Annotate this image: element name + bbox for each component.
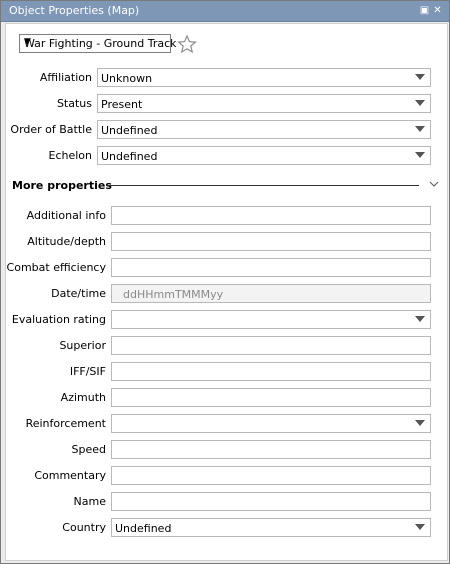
evaluation-rating-dropdown[interactable] [111,310,431,329]
iff-sif-field[interactable] [111,362,431,381]
echelon-dropdown[interactable]: Undefined [97,146,431,165]
affiliation-dropdown[interactable]: Unknown [97,68,431,87]
name-field[interactable] [111,492,431,511]
additional-info-label: Additional info [26,209,106,222]
iff-sif-label: IFF/SIF [69,365,106,378]
commentary-label: Commentary [34,469,106,482]
collapse-chevron-icon[interactable] [429,179,439,189]
favorite-star-icon[interactable] [177,34,197,54]
title-bar[interactable]: Object Properties (Map) ▣ ✕ [1,1,449,22]
date-time-label: Date/time [51,287,106,300]
window-title: Object Properties (Map) [9,4,140,17]
status-value: Present [101,98,143,111]
altitude-depth-label: Altitude/depth [27,235,106,248]
properties-panel: War Fighting - Ground Track ▼ Affiliatio… [5,23,448,561]
speed-label: Speed [71,443,106,456]
date-time-field[interactable]: ddHHmmTMMMyy [111,284,431,303]
affiliation-label: Affiliation [39,71,92,84]
chevron-down-icon [415,100,425,106]
section-divider [107,185,419,186]
name-label: Name [73,495,106,508]
order-of-battle-value: Undefined [101,124,158,137]
altitude-depth-field[interactable] [111,232,431,251]
speed-field[interactable] [111,440,431,459]
more-properties-header: More properties [12,179,112,192]
evaluation-rating-label: Evaluation rating [11,313,106,326]
status-dropdown[interactable]: Present [97,94,431,113]
chevron-down-icon [415,126,425,132]
close-icon[interactable]: ✕ [432,5,443,16]
maximize-icon[interactable]: ▣ [419,5,430,16]
echelon-label: Echelon [48,149,93,162]
chevron-down-icon [415,316,425,322]
chevron-down-icon [415,420,425,426]
country-value: Undefined [115,522,172,535]
order-of-battle-dropdown[interactable]: Undefined [97,120,431,139]
date-time-placeholder: ddHHmmTMMMyy [123,288,224,301]
combat-efficiency-field[interactable] [111,258,431,277]
commentary-field[interactable] [111,466,431,485]
superior-label: Superior [59,339,106,352]
chevron-down-icon [415,524,425,530]
country-label: Country [62,521,106,534]
chevron-down-icon [415,74,425,80]
combat-efficiency-label: Combat efficiency [6,261,106,274]
echelon-value: Undefined [101,150,158,163]
reinforcement-dropdown[interactable] [111,414,431,433]
chevron-down-icon: ▼ [24,37,31,47]
affiliation-value: Unknown [101,72,153,85]
order-of-battle-label: Order of Battle [10,123,92,136]
superior-field[interactable] [111,336,431,355]
reinforcement-label: Reinforcement [25,417,106,430]
symbol-set-dropdown[interactable]: War Fighting - Ground Track ▼ [19,34,177,53]
status-label: Status [56,97,92,110]
azimuth-label: Azimuth [60,391,106,404]
azimuth-field[interactable] [111,388,431,407]
chevron-down-icon [415,152,425,158]
additional-info-field[interactable] [111,206,431,225]
country-dropdown[interactable]: Undefined [111,518,431,537]
properties-window: Object Properties (Map) ▣ ✕ War Fighting… [0,0,450,564]
